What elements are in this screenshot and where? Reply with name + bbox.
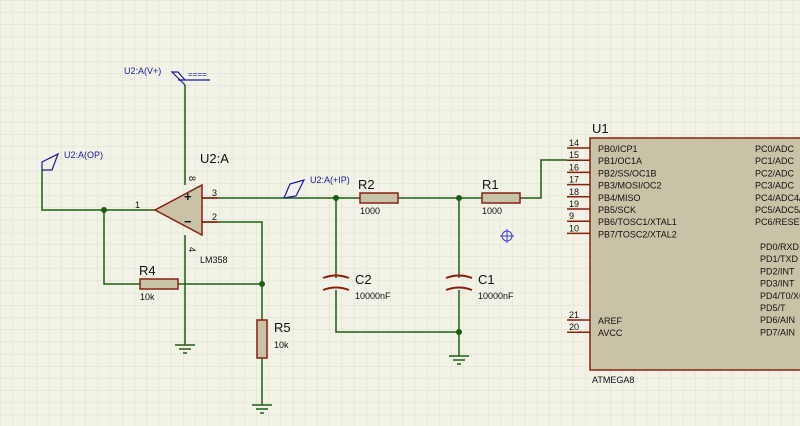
mcu-pin-name: PB0/ICP1 — [598, 144, 638, 154]
resistor-r4-ref: R4 — [139, 263, 156, 278]
resistor-r1-ref: R1 — [482, 177, 499, 192]
opamp-ref: U2:A — [200, 151, 229, 166]
resistor-r5-value: 10k — [274, 340, 289, 350]
resistor-r1-value: 1000 — [482, 206, 502, 216]
pin-label-in-minus: 2 — [212, 212, 217, 222]
junction-dot — [456, 329, 462, 335]
resistor-body — [359, 192, 399, 204]
mcu-pin-name: PD4/T0/XCK — [760, 291, 800, 301]
resistor-body — [481, 192, 521, 204]
resistor-body — [139, 278, 179, 290]
mcu-pin-name: PD2/INT — [760, 266, 795, 276]
mcu-pin-number: 10 — [569, 223, 579, 233]
mcu-pin-name: PD6/AIN — [760, 315, 795, 325]
opamp-plus-sign: + — [184, 189, 192, 204]
mcu-pin-name: PB1/OC1A — [598, 156, 642, 166]
mcu-pin-number: 14 — [569, 138, 579, 148]
junction-dot — [259, 281, 265, 287]
mcu-pin-name: PC2/ADC — [755, 168, 795, 178]
resistor-r2-ref: R2 — [358, 177, 375, 192]
pin-label-gnd: 4 — [187, 247, 197, 252]
mcu-pin-name: PD3/INT — [760, 279, 795, 289]
mcu-pin-name: PC0/ADC — [755, 144, 795, 154]
mcu-pin-number: 20 — [569, 322, 579, 332]
mcu-pin-name: PB3/MOSI/OC2 — [598, 181, 662, 191]
mcu-pin-name: PD1/TXD — [760, 254, 799, 264]
pin-label-out: 1 — [135, 200, 140, 210]
probe-vplus-label: U2:A(V+) — [124, 66, 161, 76]
resistor-r5-ref: R5 — [274, 320, 291, 335]
capacitor-c1-ref: C1 — [478, 272, 495, 287]
mcu-pin-name: PD0/RXD — [760, 242, 800, 252]
mcu-pin-name: PC5/ADC5/SCL — [755, 205, 800, 215]
mcu-u1[interactable]: U1 ATMEGA8 14 PB0/ICP1 15 PB1/OC1A 16 PB2/SS/… — [567, 121, 800, 385]
mcu-pin-name: PD5/T — [760, 303, 786, 313]
mcu-pin-name: PD7/AIN — [760, 327, 795, 337]
mcu-pin-name: PB2/SS/OC1B — [598, 168, 657, 178]
resistor-body — [256, 319, 268, 359]
junction-dot — [101, 207, 107, 213]
mcu-ref: U1 — [592, 121, 609, 136]
schematic-canvas[interactable]: + − U2:A LM358 1 3 2 8 4 U2:A(V+) ==== U… — [0, 0, 800, 426]
mcu-pin-name: PC4/ADC4/SDA — [755, 193, 800, 203]
pin-label-in-plus: 3 — [212, 188, 217, 198]
capacitor-c2-ref: C2 — [355, 272, 372, 287]
junction-dot — [333, 195, 339, 201]
mcu-pin-name: PC1/ADC — [755, 156, 795, 166]
pin-label-vcc: 8 — [187, 176, 197, 181]
mcu-pin-number: 17 — [569, 175, 579, 185]
junction-dot — [456, 195, 462, 201]
resistor-r4-value: 10k — [140, 292, 155, 302]
mcu-pin-number: 21 — [569, 310, 579, 320]
mcu-pin-name: AREF — [598, 316, 623, 326]
mcu-pin-number: 18 — [569, 187, 579, 197]
resistor-r2-value: 1000 — [360, 206, 380, 216]
mcu-pin-name: PB7/TOSC2/XTAL2 — [598, 229, 677, 239]
probe-ip-label: U2:A(+IP) — [310, 175, 350, 185]
capacitor-c1-value: 10000nF — [478, 291, 514, 301]
opamp-part: LM358 — [200, 255, 228, 265]
mcu-part: ATMEGA8 — [592, 375, 634, 385]
mcu-pin-name: AVCC — [598, 328, 623, 338]
capacitor-c2-value: 10000nF — [355, 291, 391, 301]
mcu-pin-number: 9 — [569, 211, 574, 221]
mcu-pin-name: PB6/TOSC1/XTAL1 — [598, 217, 677, 227]
probe-vplus-bar: ==== — [188, 70, 207, 79]
mcu-pin-number: 15 — [569, 150, 579, 160]
opamp-minus-sign: − — [184, 214, 192, 229]
probe-op-label: U2:A(OP) — [64, 150, 103, 160]
mcu-pin-name: PB4/MISO — [598, 193, 641, 203]
mcu-pin-number: 19 — [569, 199, 579, 209]
mcu-pin-name: PC3/ADC — [755, 181, 795, 191]
mcu-pin-name: PC6/RESET — [755, 217, 800, 227]
mcu-pin-number: 16 — [569, 162, 579, 172]
mcu-pin-name: PB5/SCK — [598, 205, 636, 215]
